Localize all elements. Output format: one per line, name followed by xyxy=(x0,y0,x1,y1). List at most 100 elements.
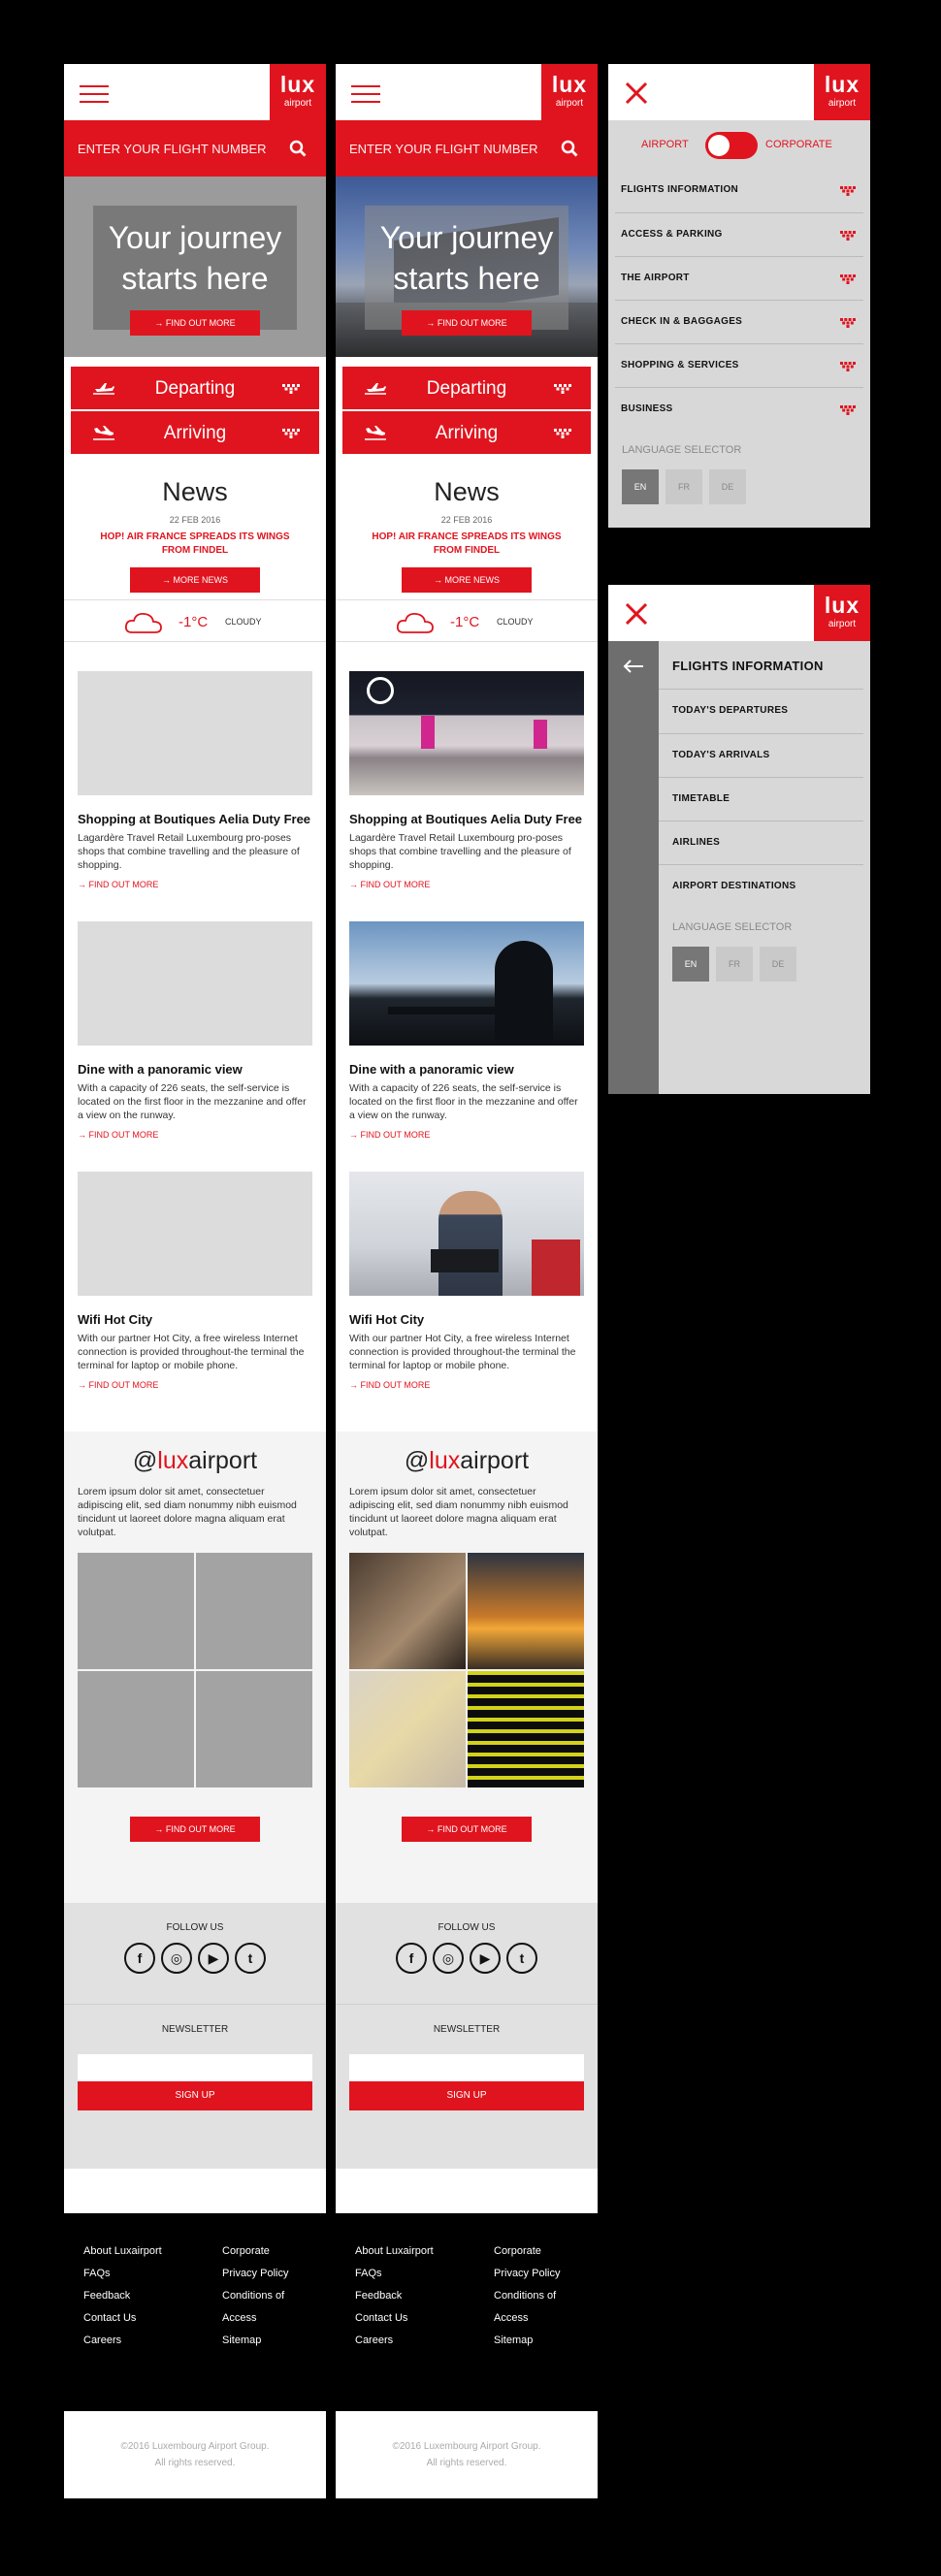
menu-item[interactable]: CHECK IN & BAGGAGES xyxy=(615,300,863,343)
hero-find-out-more-button[interactable]: → FIND OUT MORE xyxy=(402,310,532,336)
toggle-label-airport[interactable]: AIRPORT xyxy=(641,139,689,150)
instagram-icon[interactable]: ◎ xyxy=(433,1943,464,1974)
card-find-out-more-link[interactable]: → FIND OUT MORE xyxy=(349,1380,430,1390)
close-icon[interactable] xyxy=(624,601,649,627)
lang-en-button[interactable]: EN xyxy=(672,947,709,982)
menu-item[interactable]: FLIGHTS INFORMATION xyxy=(615,169,863,212)
submenu-panel: lux airport FLIGHTS INFORMATION TODAY'S … xyxy=(608,585,870,1094)
card-find-out-more-link[interactable]: → FIND OUT MORE xyxy=(78,880,158,889)
menu-item[interactable]: SHOPPING & SERVICES xyxy=(615,343,863,387)
card-find-out-more-link[interactable]: → FIND OUT MORE xyxy=(78,1130,158,1140)
submenu-item[interactable]: TODAY'S ARRIVALS xyxy=(659,733,863,777)
footer-link[interactable]: About Luxairport xyxy=(83,2240,162,2263)
footer-link[interactable]: Conditions of xyxy=(222,2285,288,2307)
arrow-left-icon[interactable] xyxy=(622,659,645,674)
hero-find-out-more-button[interactable]: → FIND OUT MORE xyxy=(130,310,260,336)
news-headline[interactable]: HOP! AIR FRANCE SPREADS ITS WINGS FROM F… xyxy=(361,531,572,558)
card-find-out-more-link[interactable]: → FIND OUT MORE xyxy=(349,880,430,889)
more-news-button[interactable]: → MORE NEWS xyxy=(130,567,260,593)
lux-airport-logo[interactable]: lux airport xyxy=(541,64,598,120)
footer-link[interactable]: Contact Us xyxy=(355,2307,434,2330)
grid-photo-departure-board[interactable] xyxy=(468,1671,584,1787)
facebook-icon[interactable]: f xyxy=(396,1943,427,1974)
footer-link[interactable]: Feedback xyxy=(83,2285,162,2307)
lang-fr-button[interactable]: FR xyxy=(665,469,702,504)
departing-button[interactable]: Departing xyxy=(342,367,591,409)
footer-link[interactable]: FAQs xyxy=(355,2263,434,2285)
card-find-out-more-link[interactable]: → FIND OUT MORE xyxy=(78,1380,158,1390)
lang-de-button[interactable]: DE xyxy=(709,469,746,504)
arriving-button[interactable]: Arriving xyxy=(342,411,591,454)
grid-photo-plane-wing[interactable] xyxy=(468,1553,584,1669)
footer-link[interactable]: Privacy Policy xyxy=(222,2263,288,2285)
card-find-out-more-link[interactable]: → FIND OUT MORE xyxy=(349,1130,430,1140)
footer-link[interactable]: About Luxairport xyxy=(355,2240,434,2263)
chevron-down-icon xyxy=(840,362,856,371)
footer-link[interactable]: Access xyxy=(222,2307,288,2330)
wifi-laptop-photo xyxy=(349,1172,584,1296)
footer-link[interactable]: Careers xyxy=(83,2330,162,2352)
search-icon[interactable] xyxy=(289,140,307,157)
departing-button[interactable]: Departing xyxy=(71,367,319,409)
grid-photo-couple[interactable] xyxy=(349,1671,466,1787)
lang-en-button[interactable]: EN xyxy=(622,469,659,504)
menu-item[interactable]: THE AIRPORT xyxy=(615,256,863,300)
menu-item[interactable]: ACCESS & PARKING xyxy=(615,212,863,256)
footer-link[interactable]: Conditions of xyxy=(494,2285,560,2307)
footer-link[interactable]: Sitemap xyxy=(222,2330,288,2352)
flight-number-input[interactable] xyxy=(336,120,549,177)
search-icon[interactable] xyxy=(561,140,578,157)
instagram-icon[interactable]: ◎ xyxy=(161,1943,192,1974)
social-find-out-more-button[interactable]: → FIND OUT MORE xyxy=(130,1817,260,1842)
grid-photo-traveler[interactable] xyxy=(349,1553,466,1669)
lux-airport-logo[interactable]: lux airport xyxy=(270,64,326,120)
flight-number-input[interactable] xyxy=(64,120,277,177)
hamburger-menu-icon[interactable] xyxy=(80,85,109,103)
submenu-item[interactable]: AIRLINES xyxy=(659,821,863,864)
airport-corporate-toggle[interactable] xyxy=(705,132,758,159)
footer-link[interactable]: Feedback xyxy=(355,2285,434,2307)
facebook-icon[interactable]: f xyxy=(124,1943,155,1974)
social-find-out-more-button[interactable]: → FIND OUT MORE xyxy=(402,1817,532,1842)
youtube-icon[interactable]: ▶ xyxy=(198,1943,229,1974)
toggle-label-corporate[interactable]: CORPORATE xyxy=(765,139,832,150)
lux-airport-logo[interactable]: lux airport xyxy=(814,64,870,120)
footer-link[interactable]: Sitemap xyxy=(494,2330,560,2352)
submenu-item[interactable]: TODAY'S DEPARTURES xyxy=(659,690,863,733)
arriving-button[interactable]: Arriving xyxy=(71,411,319,454)
menu-item[interactable]: BUSINESS xyxy=(615,387,863,431)
submenu-item[interactable]: AIRPORT DESTINATIONS xyxy=(659,864,863,908)
submenu-item[interactable]: TIMETABLE xyxy=(659,777,863,821)
grid-image-placeholder[interactable] xyxy=(78,1553,194,1669)
more-news-button[interactable]: → MORE NEWS xyxy=(402,567,532,593)
footer-link[interactable]: Privacy Policy xyxy=(494,2263,560,2285)
footer-link[interactable]: Corporate xyxy=(222,2240,288,2263)
close-icon[interactable] xyxy=(624,80,649,106)
sign-up-button[interactable]: SIGN UP xyxy=(78,2081,312,2110)
lux-airport-logo[interactable]: lux airport xyxy=(814,585,870,641)
footer-link[interactable]: Contact Us xyxy=(83,2307,162,2330)
sign-up-button[interactable]: SIGN UP xyxy=(349,2081,584,2110)
twitter-icon[interactable]: t xyxy=(235,1943,266,1974)
grid-image-placeholder[interactable] xyxy=(196,1553,312,1669)
grid-image-placeholder[interactable] xyxy=(78,1671,194,1787)
footer-link[interactable]: FAQs xyxy=(83,2263,162,2285)
social-handle[interactable]: @luxairport xyxy=(349,1447,584,1475)
newsletter-email-input[interactable] xyxy=(78,2054,312,2081)
footer-link[interactable]: Corporate xyxy=(494,2240,560,2263)
social-handle[interactable]: @luxairport xyxy=(78,1447,312,1475)
follow-us-title: FOLLOW US xyxy=(166,1922,224,1933)
lang-fr-button[interactable]: FR xyxy=(716,947,753,982)
grid-image-placeholder[interactable] xyxy=(196,1671,312,1787)
footer-link[interactable]: Access xyxy=(494,2307,560,2330)
footer-link[interactable]: Careers xyxy=(355,2330,434,2352)
twitter-icon[interactable]: t xyxy=(506,1943,537,1974)
card-title: Wifi Hot City xyxy=(349,1312,425,1327)
newsletter-title: NEWSLETTER xyxy=(161,2024,229,2035)
submenu-item-label: TODAY'S DEPARTURES xyxy=(672,705,789,716)
news-headline[interactable]: HOP! AIR FRANCE SPREADS ITS WINGS FROM F… xyxy=(89,531,301,558)
lang-de-button[interactable]: DE xyxy=(760,947,796,982)
youtube-icon[interactable]: ▶ xyxy=(470,1943,501,1974)
hamburger-menu-icon[interactable] xyxy=(351,85,380,103)
newsletter-email-input[interactable] xyxy=(349,2054,584,2081)
